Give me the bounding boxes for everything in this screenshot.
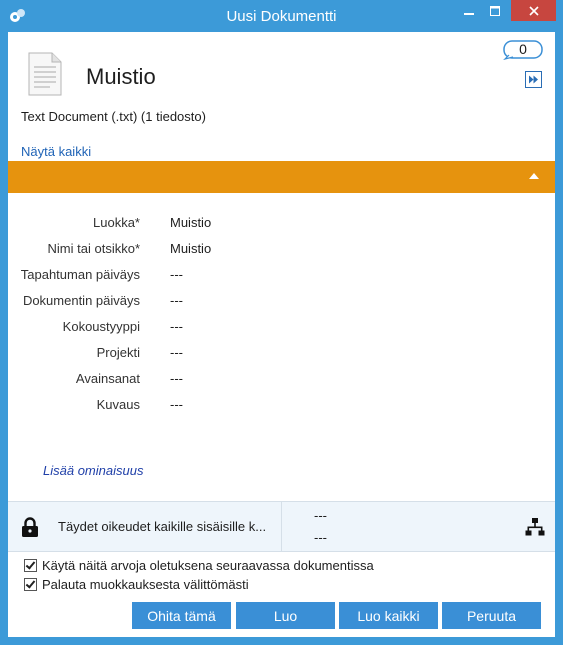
text-document-icon — [28, 52, 62, 96]
show-all-link[interactable]: Näytä kaikki — [21, 144, 91, 159]
permission-value-2: --- — [314, 530, 327, 545]
return-option[interactable]: Palauta muokkauksesta välittömästi — [24, 577, 249, 592]
field-value-meeting-type[interactable]: --- — [170, 319, 183, 334]
collapse-up-icon[interactable] — [529, 173, 539, 179]
maximize-icon — [490, 5, 500, 16]
field-label-description: Kuvaus — [96, 397, 140, 412]
dialog-body: Muistio 0 Text Document (.txt) (1 tiedos… — [8, 32, 555, 637]
field-value-document-date[interactable]: --- — [170, 293, 183, 308]
field-label-event-date: Tapahtuman päiväys — [20, 267, 140, 282]
section-header-bar[interactable] — [8, 161, 555, 193]
field-label-meeting-type: Kokoustyyppi — [62, 319, 140, 334]
field-value-description[interactable]: --- — [170, 397, 183, 412]
minimize-button[interactable] — [456, 0, 482, 21]
permissions-text: Täydet oikeudet kaikille sisäisille k... — [58, 519, 267, 534]
permission-value-1: --- — [314, 508, 327, 523]
minimize-icon — [464, 12, 474, 15]
maximize-button[interactable] — [482, 0, 508, 21]
create-button[interactable]: Luo — [236, 602, 335, 629]
comment-count: 0 — [519, 41, 527, 57]
field-value-title[interactable]: Muistio — [170, 241, 211, 256]
return-checkbox[interactable] — [24, 578, 37, 591]
file-description: Text Document (.txt) (1 tiedosto) — [21, 109, 206, 124]
expand-panel-button[interactable] — [525, 71, 542, 88]
field-label-title: Nimi tai otsikko* — [47, 241, 140, 256]
permissions-bar[interactable]: Täydet oikeudet kaikille sisäisille k...… — [8, 501, 555, 552]
field-label-project: Projekti — [96, 345, 140, 360]
field-value-project[interactable]: --- — [170, 345, 183, 360]
create-all-button[interactable]: Luo kaikki — [339, 602, 438, 629]
field-label-keywords: Avainsanat — [75, 371, 140, 386]
return-label: Palauta muokkauksesta välittömästi — [42, 577, 249, 592]
fast-forward-icon — [529, 75, 538, 84]
field-value-event-date[interactable]: --- — [170, 267, 183, 282]
divider — [281, 502, 282, 551]
field-value-category[interactable]: Muistio — [170, 215, 211, 230]
lock-icon — [22, 517, 38, 537]
title-bar: Uusi Dokumentti — [0, 0, 563, 32]
field-label-category: Luokka* — [93, 215, 140, 230]
skip-button[interactable]: Ohita tämä — [132, 602, 231, 629]
cancel-button[interactable]: Peruuta — [442, 602, 541, 629]
field-label-document-date: Dokumentin päiväys — [22, 293, 140, 308]
field-value-keywords[interactable]: --- — [170, 371, 183, 386]
close-button[interactable] — [511, 0, 556, 21]
close-icon — [528, 5, 539, 16]
add-property-link[interactable]: Lisää ominaisuus — [43, 463, 143, 478]
default-values-option[interactable]: Käytä näitä arvoja oletuksena seuraavass… — [24, 558, 374, 573]
document-name: Muistio — [86, 64, 156, 89]
comments-badge[interactable]: 0 — [503, 40, 543, 60]
hierarchy-icon[interactable] — [525, 517, 545, 537]
default-values-label: Käytä näitä arvoja oletuksena seuraavass… — [42, 558, 374, 573]
default-values-checkbox[interactable] — [24, 559, 37, 572]
